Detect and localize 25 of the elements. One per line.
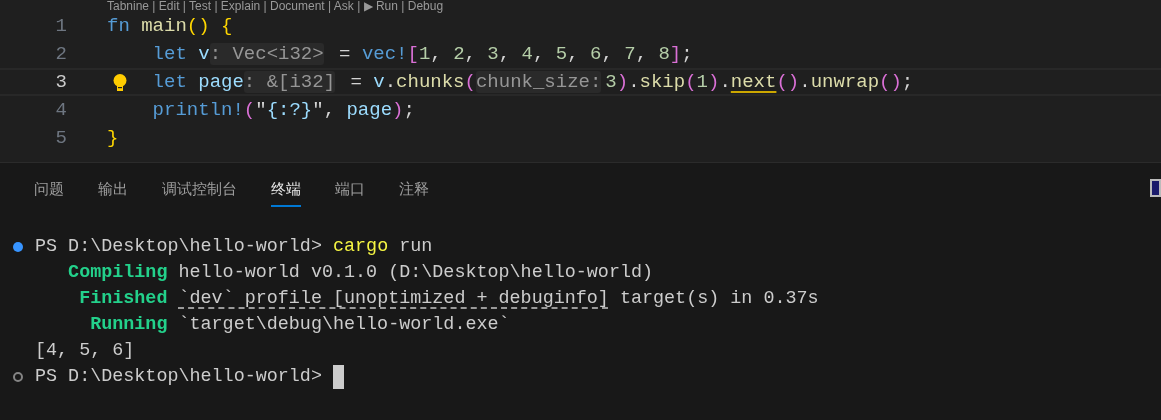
code-line: let page: &[i32] = v.chunks(chunk_size: 3).skip(1).next().unwrap(); [151, 69, 914, 95]
terminal-line: Compiling hello-world v0.1.0 (D:\Desktop\hello-world) [67, 261, 654, 286]
panel-tab[interactable]: 输出 [98, 173, 128, 207]
line-number: 3 [54, 69, 68, 95]
terminal-line: Finished `dev` profile [unoptimized + debuginfo] target(s) in 0.37s [78, 287, 819, 312]
panel-tab[interactable]: 端口 [335, 173, 365, 207]
panel-layout-icon[interactable] [1150, 179, 1161, 197]
line-number: 1 [54, 13, 68, 39]
terminal-line: Running `target\debug\hello-world.exe` [89, 313, 510, 338]
code-line: } [107, 125, 119, 151]
code-line: fn main() { [107, 13, 233, 39]
terminal-line: PS D:\Desktop\hello-world> [35, 365, 323, 390]
panel-tab[interactable]: 注释 [399, 173, 429, 207]
line-number: 4 [54, 97, 68, 123]
lightbulb-icon[interactable] [111, 73, 129, 93]
codelens-links[interactable]: Tabnine | Edit | Test | Explain | Document | Ask | ▶ Run | Debug [107, 0, 444, 12]
line-number: 2 [54, 41, 68, 67]
code-line: println!("{:?}", page); [151, 97, 415, 123]
terminal-line: [4, 5, 6] [35, 339, 135, 364]
code-line: let v: Vec<i32> = vec![1, 2, 3, 4, 5, 6, 7, 8]; [151, 41, 693, 67]
panel-tab[interactable]: 终端 [271, 173, 301, 207]
panel-tab[interactable]: 调试控制台 [162, 173, 237, 207]
line-number: 5 [54, 125, 68, 151]
terminal-line: PS D:\Desktop\hello-world> cargo run [35, 235, 433, 260]
panel-tab[interactable]: 问题 [34, 173, 64, 207]
